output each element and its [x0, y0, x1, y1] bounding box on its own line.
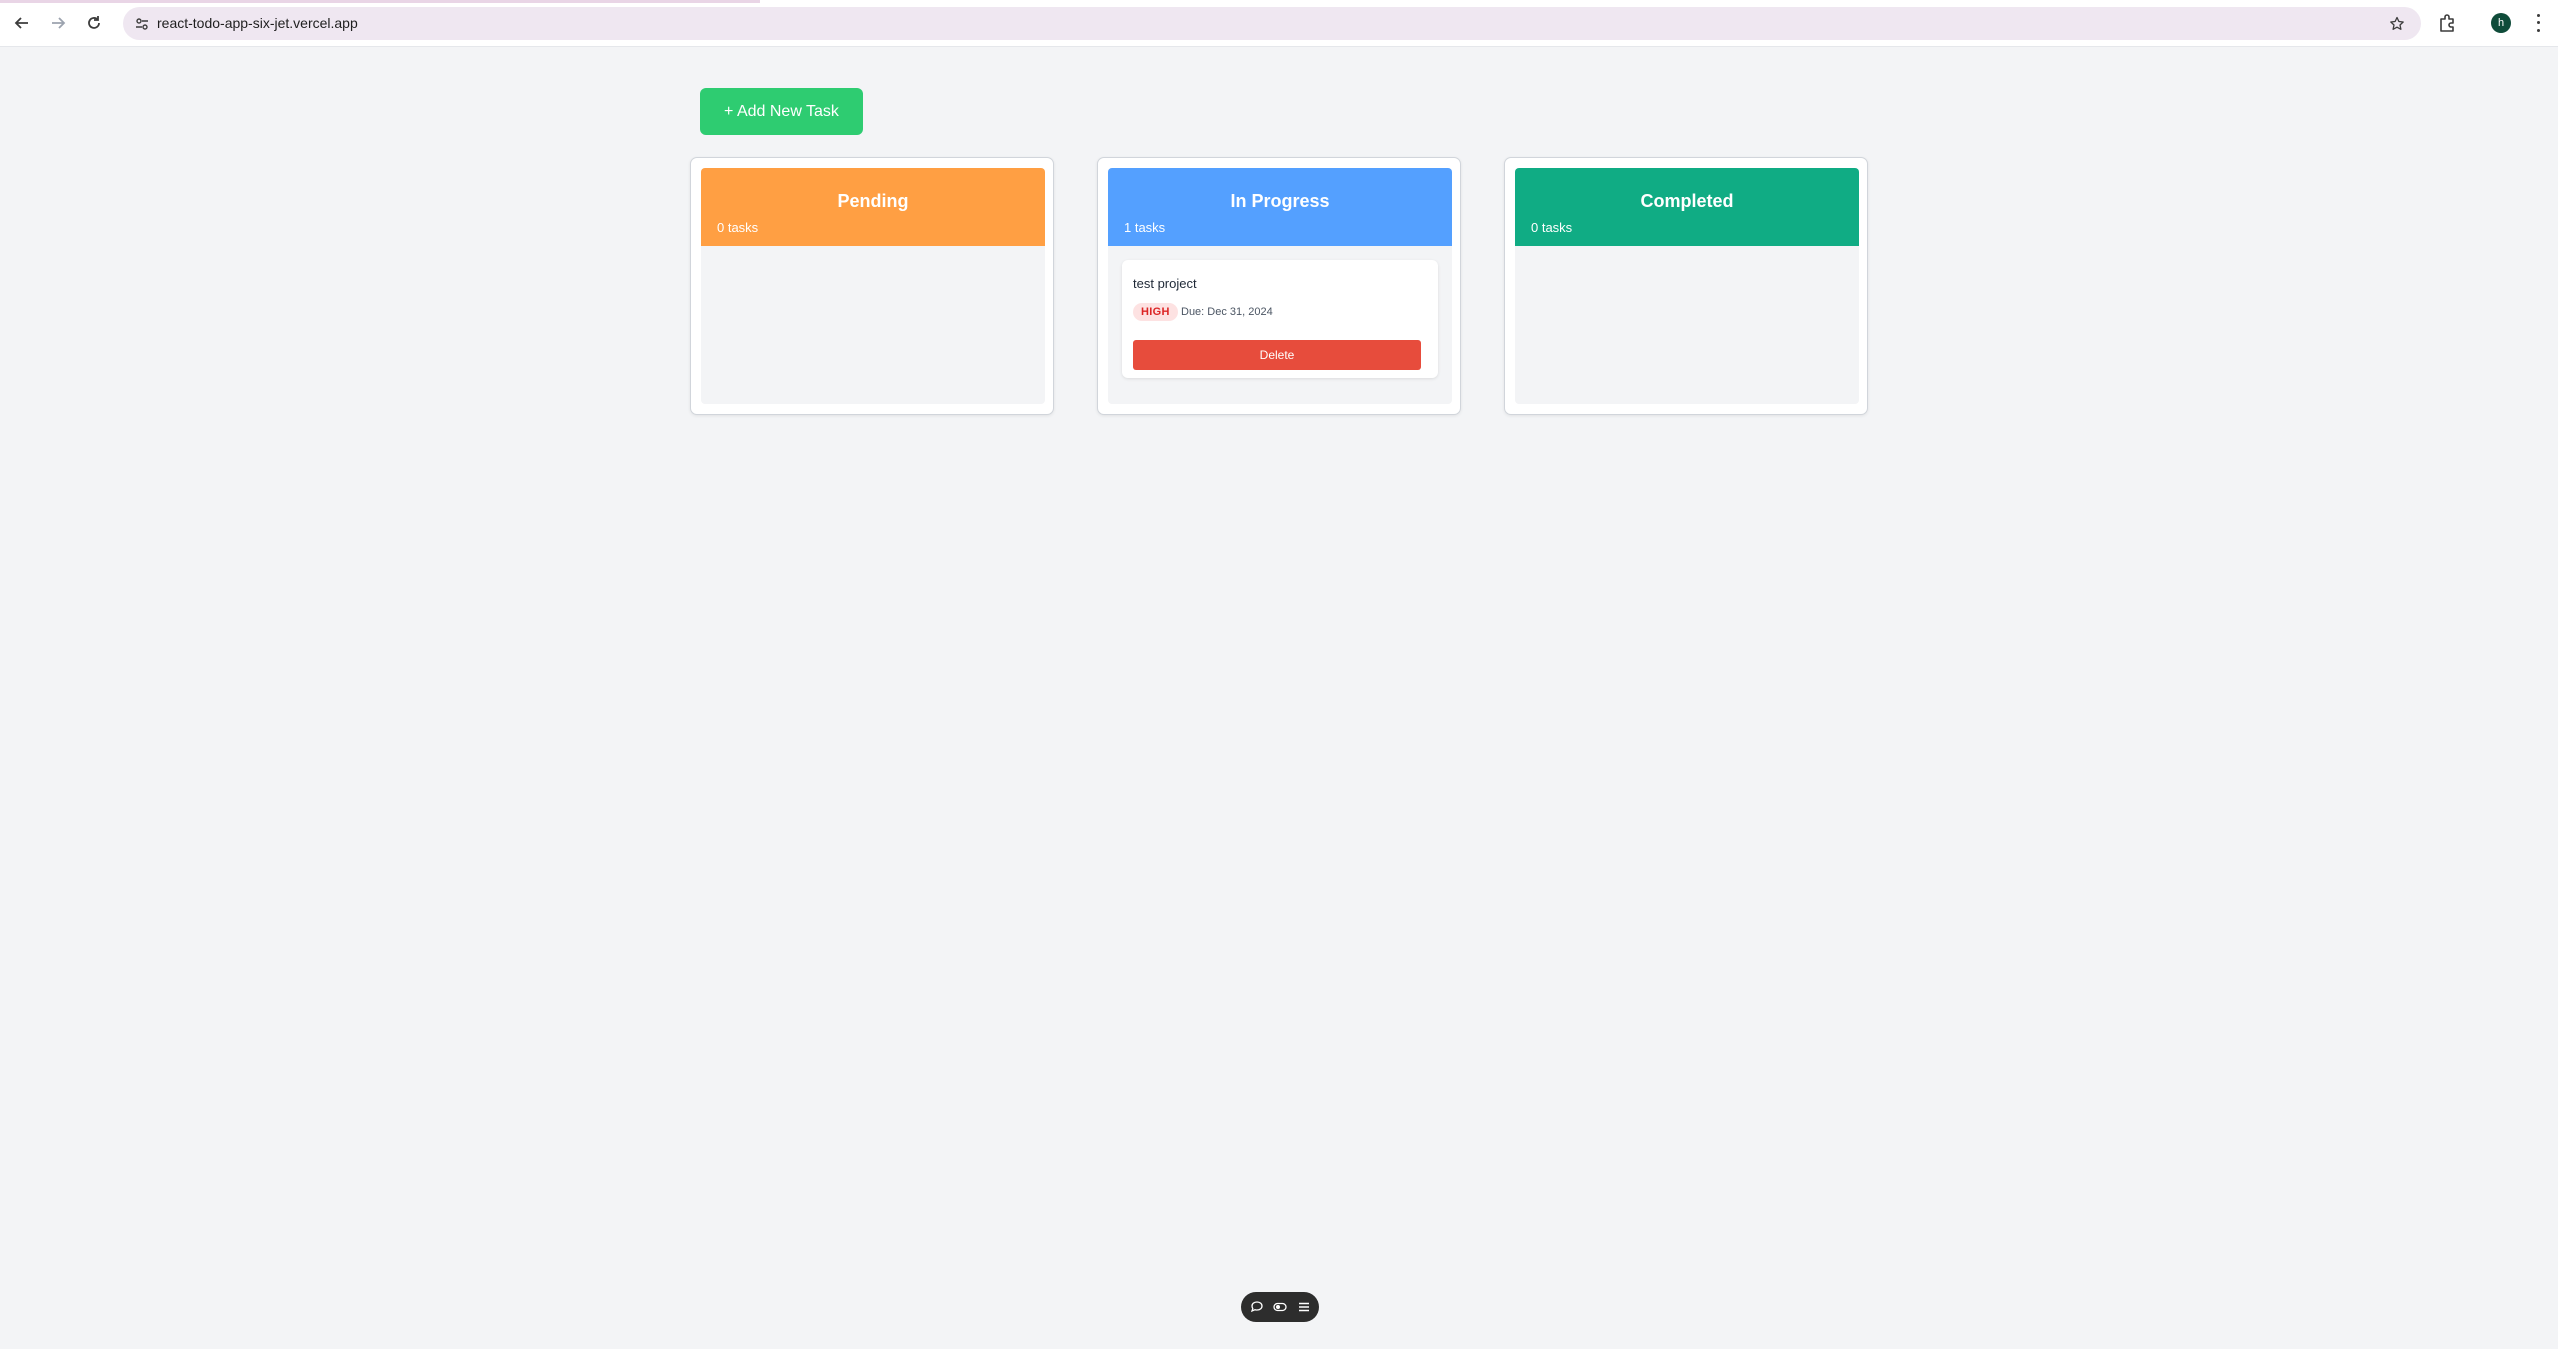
profile-avatar[interactable]: h — [2491, 13, 2511, 33]
column-task-count: 0 tasks — [1531, 220, 1573, 235]
column-header: Completed 0 tasks — [1515, 168, 1859, 246]
column-drop-zone[interactable] — [1515, 246, 1859, 404]
site-info-icon[interactable] — [133, 15, 151, 33]
forward-arrow-icon — [52, 17, 66, 29]
url-text[interactable]: react-todo-app-six-jet.vercel.app — [157, 15, 358, 31]
column-pending: Pending 0 tasks — [690, 157, 1054, 415]
column-task-count: 1 tasks — [1124, 220, 1166, 235]
kebab-menu-icon[interactable] — [2532, 12, 2544, 34]
task-card[interactable]: test project HIGH Due: Dec 31, 2024 Dele… — [1122, 260, 1438, 378]
column-completed: Completed 0 tasks — [1504, 157, 1868, 415]
back-button[interactable] — [10, 11, 34, 35]
column-in-progress: In Progress 1 tasks test project HIGH Du… — [1097, 157, 1461, 415]
priority-badge: HIGH — [1133, 303, 1178, 321]
comment-icon[interactable] — [1249, 1299, 1265, 1315]
bookmark-star-icon[interactable] — [2387, 14, 2407, 34]
list-icon[interactable] — [1296, 1299, 1312, 1315]
forward-button[interactable] — [46, 11, 70, 35]
column-header: Pending 0 tasks — [701, 168, 1045, 246]
reload-button[interactable] — [82, 11, 106, 35]
back-arrow-icon — [14, 17, 28, 29]
address-bar[interactable]: react-todo-app-six-jet.vercel.app — [123, 7, 2421, 40]
delete-task-button[interactable]: Delete — [1133, 340, 1421, 370]
reload-icon — [88, 16, 100, 29]
column-title: In Progress — [1230, 191, 1330, 211]
add-new-task-button[interactable]: + Add New Task — [700, 88, 863, 135]
column-title: Completed — [1640, 191, 1734, 211]
due-date: Due: Dec 31, 2024 — [1181, 306, 1273, 318]
column-drop-zone[interactable]: test project HIGH Due: Dec 31, 2024 Dele… — [1108, 246, 1452, 404]
column-header: In Progress 1 tasks — [1108, 168, 1452, 246]
task-title: test project — [1133, 276, 1197, 291]
floating-toolbar — [1241, 1292, 1319, 1322]
extensions-icon[interactable] — [2436, 12, 2458, 34]
column-drop-zone[interactable] — [701, 246, 1045, 404]
toggle-icon[interactable] — [1272, 1299, 1288, 1315]
column-task-count: 0 tasks — [717, 220, 759, 235]
browser-toolbar: react-todo-app-six-jet.vercel.app h — [0, 0, 2558, 47]
tab-strip-hint — [0, 0, 760, 3]
column-title: Pending — [837, 191, 909, 211]
